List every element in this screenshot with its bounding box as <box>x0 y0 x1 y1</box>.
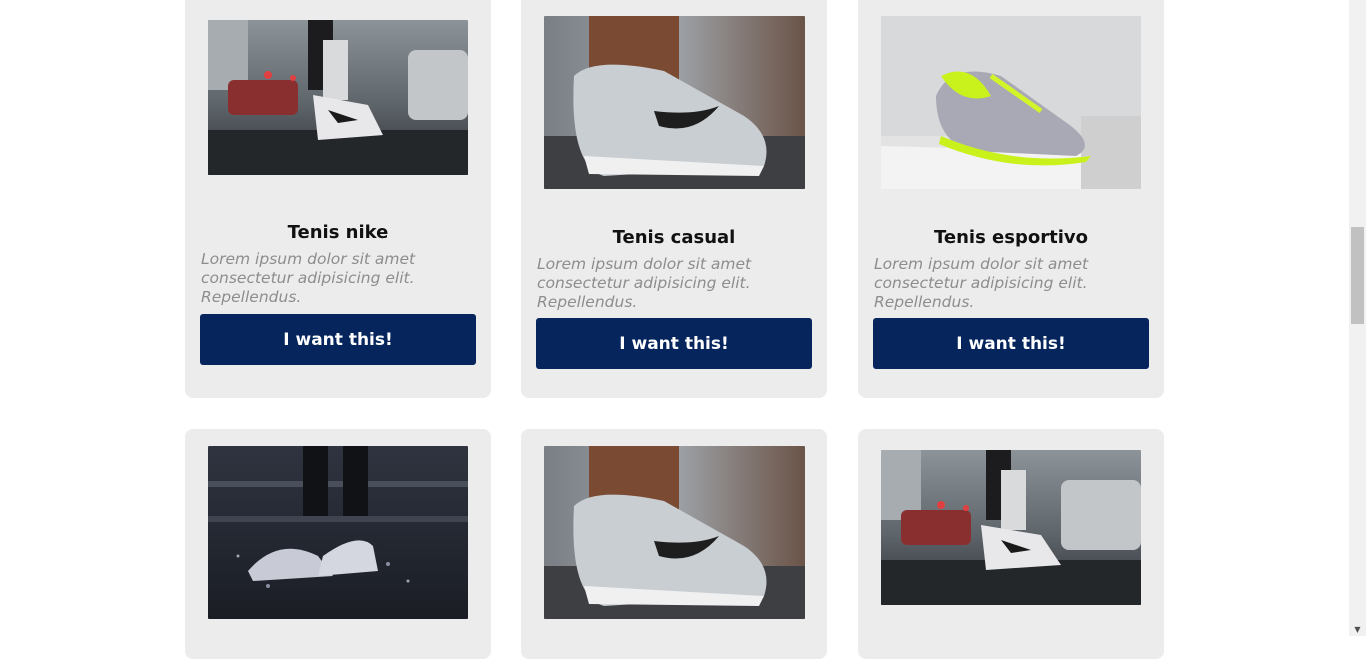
product-image <box>544 16 805 189</box>
product-card: Tenis nike Lorem ipsum dolor sit amet co… <box>185 0 491 398</box>
i-want-this-button[interactable]: I want this! <box>536 318 812 369</box>
product-image <box>544 446 805 619</box>
product-description: Lorem ipsum dolor sit amet consectetur a… <box>201 250 416 306</box>
product-image <box>881 450 1141 605</box>
product-image <box>208 20 468 175</box>
product-title: Tenis nike <box>287 222 389 243</box>
product-card: Tenis casual Lorem ipsum dolor sit amet … <box>521 0 827 398</box>
vertical-scrollbar[interactable]: ▼ <box>1349 0 1366 636</box>
chevron-down-icon[interactable]: ▼ <box>1349 624 1366 636</box>
product-title: Tenis casual <box>612 227 736 248</box>
product-card: Tenis esportivo Lorem ipsum dolor sit am… <box>858 0 1164 398</box>
product-card <box>858 429 1164 659</box>
scrollbar-thumb[interactable] <box>1351 227 1364 324</box>
product-image <box>881 16 1141 189</box>
product-card <box>521 429 827 659</box>
i-want-this-button[interactable]: I want this! <box>873 318 1149 369</box>
i-want-this-button[interactable]: I want this! <box>200 314 476 365</box>
product-image <box>208 446 468 619</box>
product-description: Lorem ipsum dolor sit amet consectetur a… <box>537 255 752 311</box>
product-title: Tenis esportivo <box>934 227 1088 248</box>
product-description: Lorem ipsum dolor sit amet consectetur a… <box>874 255 1089 311</box>
product-card <box>185 429 491 659</box>
